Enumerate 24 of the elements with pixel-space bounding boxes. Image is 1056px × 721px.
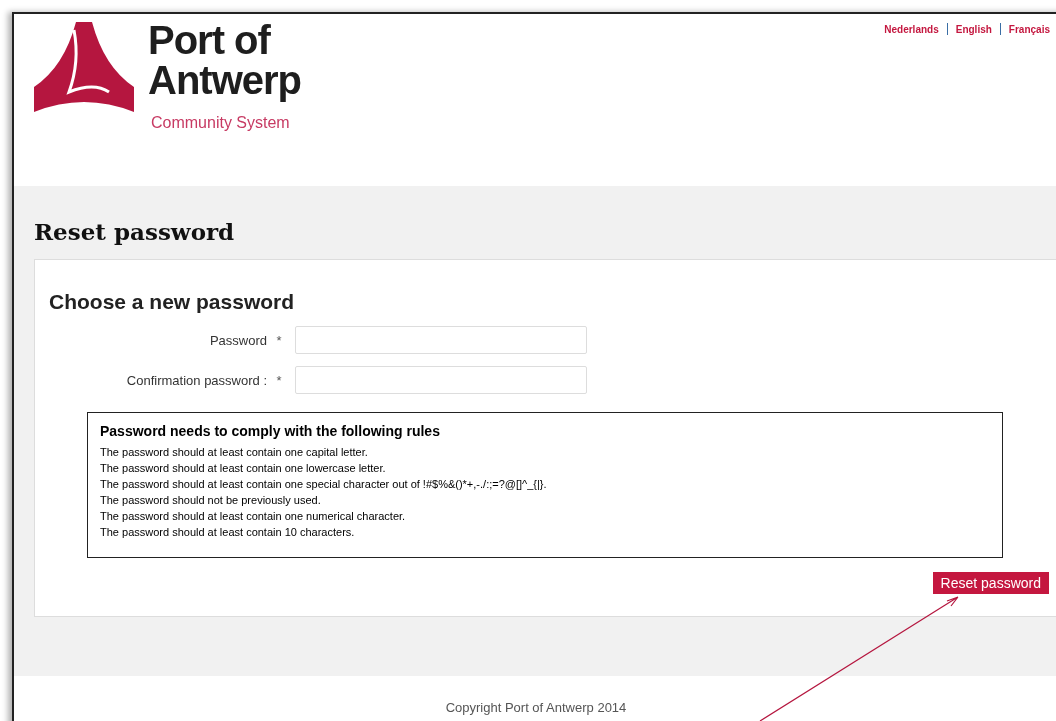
required-mark: * <box>275 332 283 348</box>
reset-password-button[interactable]: Reset password <box>932 572 1049 594</box>
page-title: Reset password <box>34 218 236 245</box>
password-field[interactable] <box>295 326 587 354</box>
rule-text: The password should at least contain one numerical character. <box>100 509 407 524</box>
form-heading: Choose a new password <box>49 290 296 314</box>
rule-text: The password should at least contain one lowercase letter. <box>100 461 387 476</box>
triangle-logo-icon <box>34 22 134 112</box>
logo-title: Port of <box>148 20 272 60</box>
required-mark: * <box>275 372 283 388</box>
copyright-text: Copyright Port of Antwerp 2014 <box>445 700 627 715</box>
logo-title: Antwerp <box>148 60 301 100</box>
rule-text: The password should at least contain 10 characters. <box>100 525 356 540</box>
rules-title: Password needs to comply with the following rules <box>100 423 441 439</box>
field-label: Password <box>208 332 267 348</box>
language-link[interactable]: Nederlands <box>884 23 939 35</box>
field-label: Confirmation password : <box>125 372 267 388</box>
rule-text: The password should not be previously used. <box>100 493 322 508</box>
password-field[interactable] <box>295 366 587 394</box>
rule-text: The password should at least contain one special character out of !#$%&()*+,-./:;=?@[]^_{|}. <box>100 477 548 492</box>
language-link[interactable]: English <box>955 23 992 35</box>
logo-subtitle: Community System <box>150 114 291 132</box>
rule-text: The password should at least contain one capital letter. <box>100 445 369 460</box>
language-link[interactable]: Français <box>1008 23 1050 35</box>
